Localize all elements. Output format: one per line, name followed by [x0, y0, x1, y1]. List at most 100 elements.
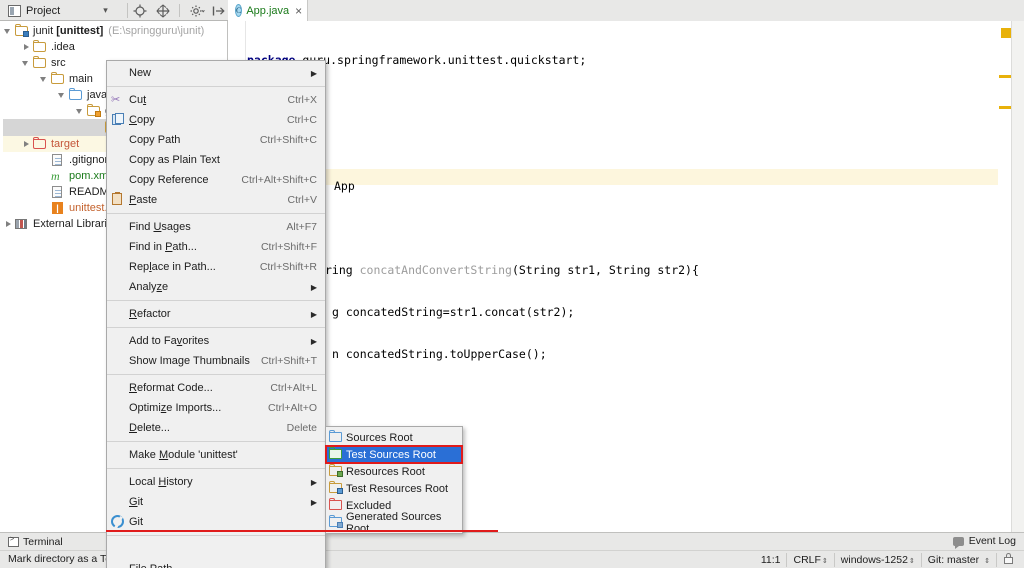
submenu-item-test-sources-root[interactable]: Test Sources Root	[325, 445, 463, 464]
lock-icon[interactable]	[996, 553, 1020, 567]
menu-item-new[interactable]: New ▶	[107, 63, 325, 83]
menu-item-replace-in-path-label: Replace in Path...	[129, 261, 216, 273]
tree-node-junit-label: junit	[33, 25, 54, 37]
project-window-icon	[8, 4, 21, 17]
menu-item-synchronize[interactable]: Git	[107, 512, 325, 532]
menu-icon-placeholder	[107, 378, 129, 398]
expand-collapse-icon[interactable]	[156, 3, 170, 18]
terminal-icon	[8, 536, 19, 547]
menu-separator	[107, 86, 325, 87]
close-icon[interactable]: ×	[295, 5, 302, 17]
tree-node-idea[interactable]: .idea	[3, 39, 227, 55]
menu-item-reformat-code[interactable]: Reformat Code... Ctrl+Alt+L	[107, 378, 325, 398]
chevron-right-icon: ▶	[310, 497, 318, 507]
chevron-down-icon[interactable]	[57, 87, 68, 103]
menu-item-find-usages[interactable]: Find Usages Alt+F7	[107, 217, 325, 237]
menu-item-refactor-label: Refactor	[129, 308, 171, 320]
settings-gear-icon[interactable]	[189, 4, 205, 18]
editor-scrollbar[interactable]	[1011, 21, 1024, 532]
encoding-selector[interactable]: windows-1252⇕	[833, 553, 921, 567]
folder-icon	[32, 40, 47, 54]
menu-item-copy-as-plain-text-label: Copy as Plain Text	[129, 154, 220, 166]
menu-item-find-usages-label: Find Usages	[129, 221, 191, 233]
terminal-tool-button[interactable]: Terminal	[8, 535, 63, 549]
copy-icon	[107, 110, 129, 130]
annotation-red-line	[106, 530, 498, 532]
tree-node-junit-path: (E:\springguru\junit)	[108, 25, 205, 37]
warning-marker-top[interactable]	[1001, 28, 1011, 38]
submenu-item-generated-sources-root[interactable]: Generated Sources Root	[326, 511, 462, 535]
menu-item-git[interactable]: Git ▶	[107, 492, 325, 512]
chevron-down-icon[interactable]: ▾	[103, 5, 108, 16]
caret-position[interactable]: 11:1	[755, 553, 787, 567]
menu-item-paste[interactable]: Paste Ctrl+V	[107, 190, 325, 210]
chevron-down-icon[interactable]	[75, 103, 86, 119]
menu-item-show-in-explorer[interactable]	[107, 539, 325, 559]
submenu-item-sources-root[interactable]: Sources Root	[326, 429, 462, 446]
editor-marker-strip[interactable]	[998, 21, 1012, 532]
menu-item-file-path-label: File Path	[129, 563, 317, 568]
menu-icon-placeholder	[107, 472, 129, 492]
menu-icon-placeholder	[107, 217, 129, 237]
menu-item-copy-path[interactable]: Copy Path Ctrl+Shift+C	[107, 130, 325, 150]
menu-item-new-label: New	[129, 67, 152, 79]
menu-item-optimize-imports[interactable]: Optimize Imports... Ctrl+Alt+O	[107, 398, 325, 418]
menu-item-find-in-path[interactable]: Find in Path... Ctrl+Shift+F	[107, 237, 325, 257]
chevron-down-icon[interactable]	[39, 71, 50, 87]
tree-node-idea-label: .idea	[51, 41, 75, 53]
excluded-folder-icon	[326, 497, 346, 514]
menu-item-analyze[interactable]: Analyze ▶	[107, 277, 325, 297]
locate-icon[interactable]	[133, 4, 147, 18]
tree-node-junit[interactable]: junit [unittest] (E:\springguru\junit)	[3, 23, 227, 39]
tab-label: App.java	[246, 4, 290, 17]
menu-item-copy-as-plain-text[interactable]: Copy as Plain Text	[107, 150, 325, 170]
menu-separator	[107, 441, 325, 442]
menu-item-delete[interactable]: Delete... Delete	[107, 418, 325, 438]
menu-icon-placeholder	[107, 237, 129, 257]
menu-item-cut[interactable]: ✂ Cut Ctrl+X	[107, 90, 325, 110]
menu-item-replace-in-path[interactable]: Replace in Path... Ctrl+Shift+R	[107, 257, 325, 277]
chevron-down-icon[interactable]	[3, 23, 14, 39]
code-line-8: n concatedString.toUpperCase();	[332, 347, 547, 361]
submenu-item-test-resources-root-label: Test Resources Root	[346, 482, 449, 495]
menu-item-show-image-thumbnails[interactable]: Show Image Thumbnails Ctrl+Shift+T	[107, 351, 325, 371]
chevron-down-icon[interactable]	[21, 55, 32, 71]
menu-item-make-module-label: Make Module 'unittest'	[129, 449, 238, 461]
menu-item-local-history-label: Local History	[129, 476, 193, 488]
submenu-item-test-resources-root[interactable]: Test Resources Root	[326, 480, 462, 497]
menu-separator	[107, 535, 325, 536]
editor-tab-app-java[interactable]: C App.java ×	[228, 0, 308, 21]
tree-node-main-label: main	[69, 73, 93, 85]
generated-sources-root-folder-icon	[326, 514, 346, 531]
chevron-right-icon[interactable]	[21, 136, 32, 152]
excluded-folder-icon	[32, 137, 47, 151]
menu-item-make-module[interactable]: Make Module 'unittest'	[107, 445, 325, 465]
menu-icon-placeholder	[107, 63, 129, 83]
editor-code-area[interactable]: package package guru.springframework.uni…	[247, 25, 994, 389]
warning-marker-1[interactable]	[999, 75, 1011, 78]
mark-directory-as-submenu[interactable]: Sources Root Test Sources Root Resources…	[325, 426, 463, 535]
chevron-right-icon[interactable]	[21, 39, 32, 55]
toolbar-separator-2	[179, 4, 180, 17]
menu-item-copy-reference-label: Copy Reference	[129, 174, 209, 186]
submenu-item-resources-root[interactable]: Resources Root	[326, 463, 462, 480]
hide-panel-icon[interactable]	[212, 4, 226, 18]
menu-item-refactor[interactable]: Refactor ▶	[107, 304, 325, 324]
warning-marker-2[interactable]	[999, 106, 1011, 109]
vcs-branch-widget[interactable]: Git: master ⇕	[920, 553, 996, 567]
menu-item-file-path[interactable]: File Path	[107, 559, 325, 568]
menu-item-local-history[interactable]: Local History ▶	[107, 472, 325, 492]
folder-icon	[50, 72, 65, 86]
chevron-right-icon[interactable]	[3, 216, 14, 232]
line-separator-selector[interactable]: CRLF⇕	[786, 553, 833, 567]
menu-item-copy[interactable]: Copy Ctrl+C	[107, 110, 325, 130]
menu-item-copy-reference[interactable]: Copy Reference Ctrl+Alt+Shift+C	[107, 170, 325, 190]
submenu-item-resources-root-label: Resources Root	[346, 465, 425, 478]
event-log-button[interactable]: Event Log	[952, 535, 1016, 549]
menu-item-add-to-favorites[interactable]: Add to Favorites ▶	[107, 331, 325, 351]
synchronize-icon	[107, 512, 129, 532]
context-menu[interactable]: New ▶ ✂ Cut Ctrl+X Copy Ctrl+C Copy Path…	[106, 60, 326, 568]
project-tool-window-button[interactable]: Project ▾	[4, 2, 112, 19]
